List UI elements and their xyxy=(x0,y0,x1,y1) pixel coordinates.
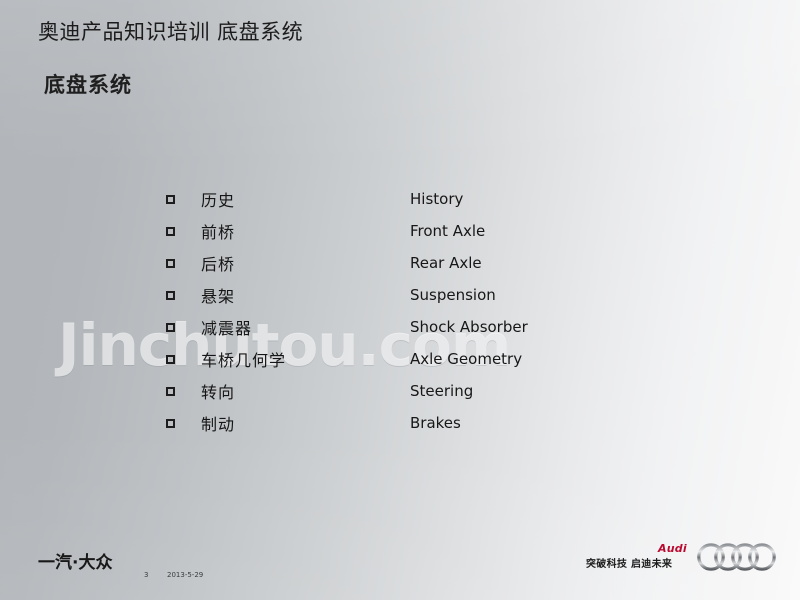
slide-page-number: 3 xyxy=(144,571,149,579)
agenda-label-en: History xyxy=(410,190,464,208)
agenda-label-cn: 转向 xyxy=(201,383,236,402)
agenda-item-shock-absorber: 减震器 Shock Absorber xyxy=(166,311,636,343)
agenda-label-en: Suspension xyxy=(410,286,496,304)
agenda-label-cn: 制动 xyxy=(201,415,236,434)
slide-date: 2013-5-29 xyxy=(167,571,204,579)
agenda-label-en: Shock Absorber xyxy=(410,318,528,336)
hollow-square-bullet-icon xyxy=(166,194,175,204)
agenda-label-en: Front Axle xyxy=(410,222,486,240)
agenda-label-cn: 后桥 xyxy=(201,255,236,274)
audi-wordmark: Audi xyxy=(658,542,687,555)
hollow-square-bullet-icon xyxy=(166,322,175,332)
agenda-label-cn: 悬架 xyxy=(201,287,236,306)
agenda-item-brakes: 制动 Brakes xyxy=(166,407,636,439)
agenda-item-steering: 转向 Steering xyxy=(166,375,636,407)
agenda-item-suspension: 悬架 Suspension xyxy=(166,279,636,311)
slide-subtitle: 底盘系统 xyxy=(44,73,132,97)
agenda-item-axle-geometry: 车桥几何学 Axle Geometry xyxy=(166,343,636,375)
agenda-label-en: Axle Geometry xyxy=(410,350,523,368)
agenda-item-history: 历史 History xyxy=(166,183,636,215)
agenda-label-cn: 前桥 xyxy=(201,223,236,242)
hollow-square-bullet-icon xyxy=(166,386,175,396)
agenda-item-front-axle: 前桥 Front Axle xyxy=(166,215,636,247)
audi-brand-block: Audi 突破科技 启迪未来 xyxy=(586,542,786,580)
audi-slogan: 突破科技 启迪未来 xyxy=(586,559,673,570)
hollow-square-bullet-icon xyxy=(166,290,175,300)
agenda-label-cn: 历史 xyxy=(201,191,236,210)
hollow-square-bullet-icon xyxy=(166,354,175,364)
audi-four-rings-icon xyxy=(696,540,782,578)
agenda-label-cn: 车桥几何学 xyxy=(201,351,287,370)
agenda-item-rear-axle: 后桥 Rear Axle xyxy=(166,247,636,279)
faw-volkswagen-logo: 一汽·大众 xyxy=(38,553,113,573)
hollow-square-bullet-icon xyxy=(166,226,175,236)
slide-header-title: 奥迪产品知识培训 底盘系统 xyxy=(38,20,304,44)
hollow-square-bullet-icon xyxy=(166,258,175,268)
agenda-label-en: Brakes xyxy=(410,414,461,432)
agenda-label-cn: 减震器 xyxy=(201,319,253,338)
hollow-square-bullet-icon xyxy=(166,418,175,428)
agenda-list: 历史 History 前桥 Front Axle 后桥 Rear Axle 悬架… xyxy=(166,183,636,439)
agenda-label-en: Rear Axle xyxy=(410,254,482,272)
slide-canvas: 奥迪产品知识培训 底盘系统 底盘系统 Jinchutou.com 历史 Hist… xyxy=(0,0,800,600)
agenda-label-en: Steering xyxy=(410,382,474,400)
